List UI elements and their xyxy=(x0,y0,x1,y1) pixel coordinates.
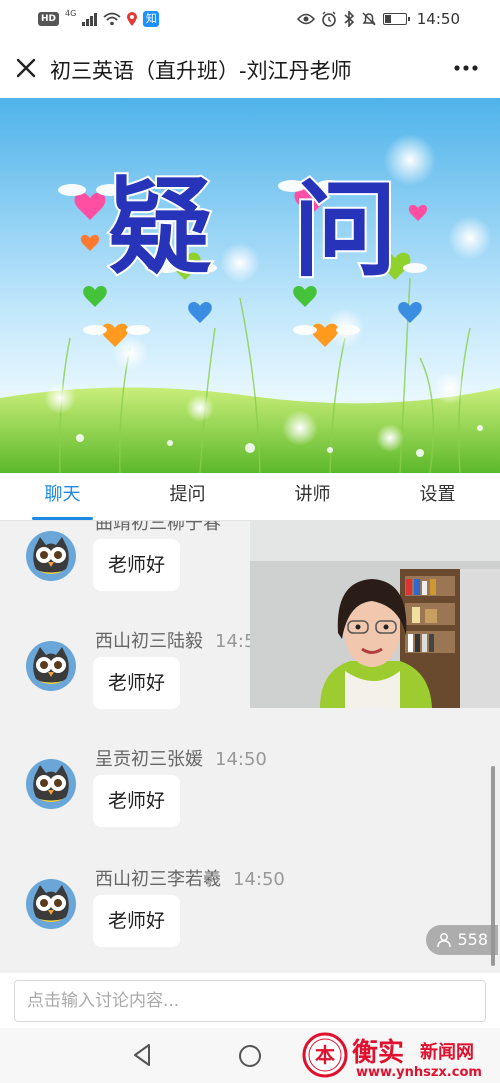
status-right: 14:50 xyxy=(296,9,460,29)
watermark-logo-icon: 本 xyxy=(302,1032,348,1078)
svg-text:本: 本 xyxy=(315,1043,335,1067)
message-bubble: 老师好 xyxy=(93,775,181,827)
banner-char-2: 问 xyxy=(293,168,397,291)
back-triangle-icon[interactable] xyxy=(130,1042,154,1068)
more-options-icon[interactable] xyxy=(452,56,480,80)
message-sender: 西山初三李若羲 14:50 xyxy=(95,865,285,891)
sender-name: 西山初三陆毅 xyxy=(95,631,203,652)
watermark-name: 衡实 xyxy=(352,1038,405,1068)
teacher-video[interactable] xyxy=(250,521,500,708)
battery-level xyxy=(384,15,392,23)
teacher-video-frame xyxy=(250,521,500,708)
owl-avatar-icon xyxy=(26,641,76,691)
wifi-icon xyxy=(103,12,121,26)
sender-name: 呈贡初三张媛 xyxy=(95,749,203,770)
navigation-bar: 本 衡实 新闻网 www.ynhszx.com xyxy=(0,1028,500,1083)
tab-bar: 聊天 提问 讲师 设置 xyxy=(0,473,500,521)
chat-area[interactable]: 曲靖初三柳于春 老师好 西山初三陆毅 14:50 老师好 呈贡初三张媛 14:50 … xyxy=(0,521,500,973)
owl-avatar-icon xyxy=(26,531,76,581)
bluetooth-icon xyxy=(344,11,354,27)
banner-art: 疑 问 xyxy=(0,98,500,473)
banner-char-1: 疑 xyxy=(108,165,212,288)
news-watermark: 本 衡实 新闻网 www.ynhszx.com xyxy=(302,1028,492,1083)
signal-icon xyxy=(82,12,98,26)
tab-chat[interactable]: 聊天 xyxy=(0,473,125,520)
zhihu-app-icon: 知 xyxy=(143,11,160,27)
close-icon[interactable] xyxy=(12,54,40,82)
course-banner: 疑 问 xyxy=(0,98,500,473)
status-bar: HD 4G 知 14:50 xyxy=(0,0,500,38)
mute-icon xyxy=(362,12,376,26)
location-icon xyxy=(127,12,138,26)
alarm-icon xyxy=(321,11,336,27)
message-sender: 呈贡初三张媛 14:50 xyxy=(95,745,267,771)
network-type: 4G xyxy=(65,9,77,18)
message-sender: 曲靖初三柳于春 xyxy=(95,521,221,535)
owl-avatar-icon xyxy=(26,879,76,929)
input-bar xyxy=(0,973,500,1028)
message-sender: 西山初三陆毅 14:50 xyxy=(95,627,267,653)
title-bar: 初三英语（直升班）-刘江丹老师 xyxy=(0,38,500,98)
tab-questions[interactable]: 提问 xyxy=(125,473,250,520)
battery-icon xyxy=(382,13,410,25)
discussion-input[interactable] xyxy=(14,980,486,1022)
sender-name: 西山初三李若羲 xyxy=(95,869,221,890)
watermark-url: www.ynhszx.com xyxy=(356,1065,482,1080)
status-left: HD 4G 知 xyxy=(38,9,160,28)
eye-icon xyxy=(296,13,315,25)
tab-lecturer[interactable]: 讲师 xyxy=(250,473,375,520)
message-bubble: 老师好 xyxy=(93,657,181,709)
home-circle-icon[interactable] xyxy=(238,1044,262,1068)
tab-settings[interactable]: 设置 xyxy=(375,473,500,520)
watermark-sub: 新闻网 xyxy=(420,1042,474,1063)
viewer-count: 558 xyxy=(457,930,488,949)
user-icon xyxy=(437,933,452,948)
sender-name: 曲靖初三柳于春 xyxy=(95,521,221,534)
message-time: 14:50 xyxy=(215,749,267,770)
status-time: 14:50 xyxy=(416,10,460,28)
message-bubble: 老师好 xyxy=(93,895,181,947)
viewer-count-badge: 558 xyxy=(426,925,498,955)
hd-badge: HD xyxy=(38,12,60,26)
page-title: 初三英语（直升班）-刘江丹老师 xyxy=(50,59,352,83)
owl-avatar-icon xyxy=(26,759,76,809)
message-time: 14:50 xyxy=(233,869,285,890)
message-bubble: 老师好 xyxy=(93,539,181,591)
